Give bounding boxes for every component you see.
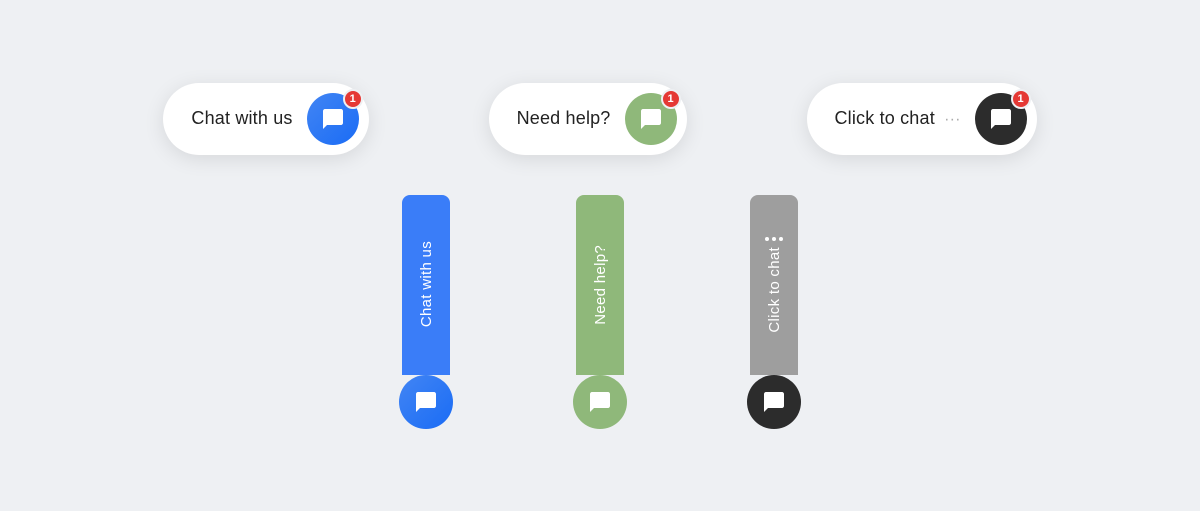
need-help-pill[interactable]: Need help? 1 (489, 83, 687, 155)
vertical-tab-green-label: Need help? (592, 245, 609, 325)
click-to-chat-label: Click to chat ··· (835, 108, 961, 129)
click-to-chat-vertical[interactable]: Click to chat (747, 195, 801, 429)
dot-2 (772, 237, 776, 241)
need-help-vertical[interactable]: Need help? (573, 195, 627, 429)
vertical-icon-dark[interactable] (747, 375, 801, 429)
vertical-tab-blue-label: Chat with us (418, 241, 435, 327)
vertical-chat-icon-green (588, 390, 612, 414)
chat-bubble-icon-green (639, 107, 663, 131)
need-help-label: Need help? (517, 108, 611, 129)
vertical-icon-green[interactable] (573, 375, 627, 429)
click-to-chat-pill[interactable]: Click to chat ··· 1 (807, 83, 1037, 155)
vertical-tab-green[interactable]: Need help? (576, 195, 624, 375)
chat-with-us-vertical[interactable]: Chat with us (399, 195, 453, 429)
vertical-chat-icon-dark (762, 390, 786, 414)
chat-with-us-label: Chat with us (191, 108, 292, 129)
top-row: Chat with us 1 Need help? 1 Click to cha… (163, 83, 1036, 155)
bottom-row: Chat with us Need help? (399, 195, 801, 429)
vertical-tab-blue[interactable]: Chat with us (402, 195, 450, 375)
dot-3 (779, 237, 783, 241)
dot-1 (765, 237, 769, 241)
chat-bubble-icon (321, 107, 345, 131)
vertical-tab-gray[interactable]: Click to chat (750, 195, 798, 375)
vertical-chat-icon-blue (414, 390, 438, 414)
vertical-tab-gray-label: Click to chat (766, 247, 783, 333)
chat-bubble-icon-dark (989, 107, 1013, 131)
main-container: Chat with us 1 Need help? 1 Click to cha… (0, 83, 1200, 429)
chat-with-us-pill[interactable]: Chat with us 1 (163, 83, 368, 155)
click-to-chat-icon-wrapper[interactable]: 1 (975, 93, 1027, 145)
chat-with-us-icon-wrapper[interactable]: 1 (307, 93, 359, 145)
badge-3: 1 (1011, 89, 1031, 109)
badge-1: 1 (343, 89, 363, 109)
vertical-icon-blue[interactable] (399, 375, 453, 429)
need-help-icon-wrapper[interactable]: 1 (625, 93, 677, 145)
badge-2: 1 (661, 89, 681, 109)
